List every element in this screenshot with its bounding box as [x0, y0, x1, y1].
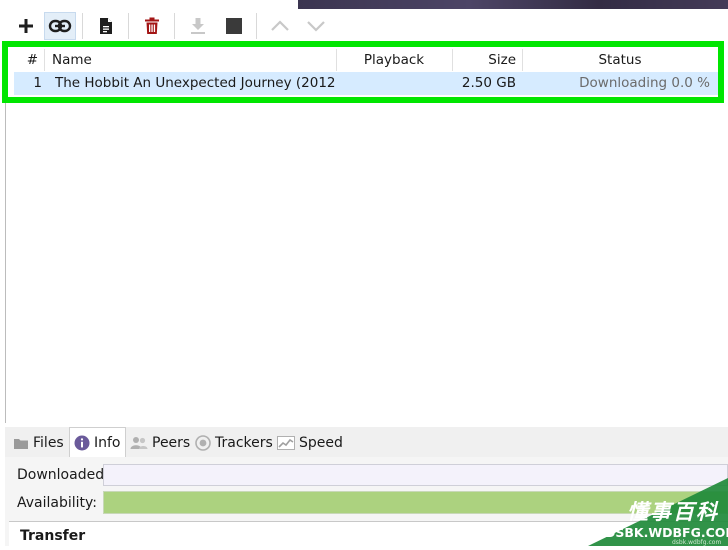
watermark-site: DSBK.WDBFG.COM	[605, 525, 728, 540]
tab-files[interactable]: Files	[9, 430, 68, 456]
watermark-title: 懂事百科	[627, 500, 719, 524]
download-icon	[191, 18, 205, 34]
tab-trackers[interactable]: Trackers	[191, 430, 277, 456]
toolbar-separator	[174, 13, 175, 39]
tab-speed[interactable]: Speed	[273, 430, 347, 456]
highlight-box	[2, 41, 724, 103]
add-link-button[interactable]	[44, 12, 76, 40]
toolbar-separator	[256, 13, 257, 39]
tab-label: Info	[94, 434, 121, 451]
folder-icon	[14, 438, 28, 449]
resume-button[interactable]	[182, 12, 214, 40]
tab-label: Trackers	[215, 435, 273, 451]
delete-button[interactable]	[136, 12, 168, 40]
toolbar-separator	[128, 13, 129, 39]
chevron-up-icon	[271, 20, 289, 31]
info-icon	[74, 435, 90, 450]
toolbar-separator	[82, 13, 83, 39]
speed-chart-icon	[277, 436, 295, 450]
watermark-url: dsbk.wdbfg.com	[672, 539, 722, 546]
trash-icon	[145, 17, 159, 34]
link-icon	[48, 19, 72, 33]
move-up-button[interactable]	[264, 12, 296, 40]
stop-button[interactable]	[218, 12, 250, 40]
stop-icon	[226, 18, 242, 34]
tab-label: Peers	[152, 435, 191, 451]
downloaded-progress-bar	[103, 464, 728, 486]
chevron-down-icon	[307, 21, 325, 32]
peers-icon	[130, 437, 148, 449]
create-torrent-button[interactable]	[90, 12, 122, 40]
downloaded-label: Downloaded:	[17, 467, 109, 483]
trackers-icon	[195, 435, 211, 451]
plus-icon	[19, 19, 33, 33]
tab-info[interactable]: Info	[69, 427, 126, 457]
document-icon	[100, 18, 112, 34]
tab-label: Files	[33, 435, 64, 451]
toolbar	[0, 10, 728, 42]
availability-label: Availability:	[17, 495, 98, 511]
add-torrent-button[interactable]	[10, 12, 42, 40]
detail-tabs: Files Info Peers Trackers Speed	[5, 427, 728, 457]
background-window-edge	[298, 0, 728, 9]
move-down-button[interactable]	[300, 12, 332, 40]
tab-peers[interactable]: Peers	[126, 430, 194, 456]
tab-label: Speed	[299, 435, 343, 451]
